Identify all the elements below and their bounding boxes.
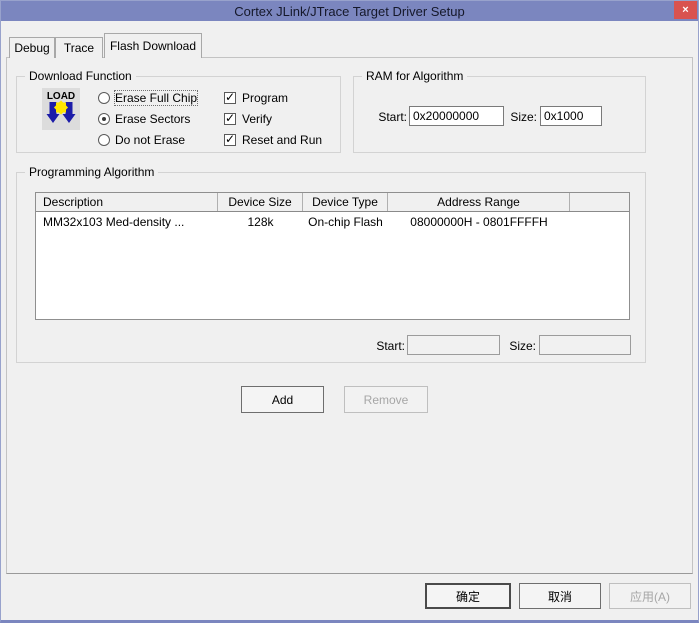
- svg-text:LOAD: LOAD: [47, 91, 75, 102]
- remove-button: Remove: [344, 386, 428, 413]
- dialog-window: Cortex JLink/JTrace Target Driver Setup …: [0, 0, 699, 623]
- tab-trace-label: Trace: [64, 41, 94, 55]
- tab-flash-download-label: Flash Download: [110, 39, 196, 53]
- column-header-device-size[interactable]: Device Size: [218, 193, 303, 211]
- column-header-device-type[interactable]: Device Type: [303, 193, 388, 211]
- column-header-description[interactable]: Description: [36, 193, 218, 211]
- download-function-group: Download Function LOAD Erase Full Chip E…: [16, 76, 341, 153]
- tab-flash-download[interactable]: Flash Download: [104, 33, 202, 58]
- apply-button: 应用(A): [609, 583, 691, 609]
- checkbox-verify-box: [224, 113, 236, 125]
- download-function-legend: Download Function: [25, 69, 136, 83]
- cell-address-range: 08000000H - 0801FFFFH: [388, 215, 570, 229]
- algorithm-size-input: [539, 335, 631, 355]
- close-button[interactable]: ×: [674, 1, 697, 19]
- apply-button-label: 应用(A): [630, 588, 670, 605]
- tab-debug-label: Debug: [14, 41, 49, 55]
- algorithm-table-header: Description Device Size Device Type Addr…: [36, 193, 629, 212]
- window-title: Cortex JLink/JTrace Target Driver Setup: [234, 4, 464, 19]
- algorithm-start-input: [407, 335, 500, 355]
- cell-description: MM32x103 Med-density ...: [36, 215, 218, 229]
- radio-do-not-erase-label: Do not Erase: [115, 133, 185, 147]
- tab-trace[interactable]: Trace: [55, 37, 103, 58]
- radio-erase-full-chip[interactable]: Erase Full Chip: [98, 90, 197, 106]
- title-bar: Cortex JLink/JTrace Target Driver Setup …: [1, 1, 698, 21]
- radio-erase-full-chip-label: Erase Full Chip: [115, 91, 197, 105]
- ram-size-label: Size:: [507, 110, 537, 126]
- cancel-button-label: 取消: [548, 588, 572, 605]
- remove-button-label: Remove: [364, 393, 409, 407]
- algorithm-start-label: Start:: [357, 339, 405, 355]
- checkbox-reset-and-run-label: Reset and Run: [242, 133, 322, 147]
- ok-button-label: 确定: [456, 588, 480, 605]
- algorithm-size-label: Size:: [495, 339, 536, 355]
- checkbox-program-box: [224, 92, 236, 104]
- checkbox-verify[interactable]: Verify: [224, 111, 272, 127]
- radio-erase-full-chip-circle: [98, 92, 110, 104]
- algorithm-table: Description Device Size Device Type Addr…: [35, 192, 630, 320]
- ram-size-input[interactable]: [540, 106, 602, 126]
- checkbox-program-label: Program: [242, 91, 288, 105]
- radio-do-not-erase[interactable]: Do not Erase: [98, 132, 185, 148]
- cell-device-type: On-chip Flash: [303, 215, 388, 229]
- cell-device-size: 128k: [218, 215, 303, 229]
- ram-start-label: Start:: [364, 110, 407, 126]
- programming-algorithm-legend: Programming Algorithm: [25, 165, 158, 179]
- checkbox-verify-label: Verify: [242, 112, 272, 126]
- table-row[interactable]: MM32x103 Med-density ... 128k On-chip Fl…: [36, 212, 629, 231]
- checkbox-reset-and-run[interactable]: Reset and Run: [224, 132, 322, 148]
- radio-erase-sectors[interactable]: Erase Sectors: [98, 111, 190, 127]
- ram-for-algorithm-legend: RAM for Algorithm: [362, 69, 467, 83]
- ok-button[interactable]: 确定: [425, 583, 511, 609]
- radio-erase-sectors-circle: [98, 113, 110, 125]
- add-button[interactable]: Add: [241, 386, 324, 413]
- add-button-label: Add: [272, 393, 293, 407]
- ram-start-input[interactable]: [409, 106, 504, 126]
- close-icon: ×: [682, 4, 688, 16]
- radio-erase-sectors-label: Erase Sectors: [115, 112, 190, 126]
- checkbox-reset-and-run-box: [224, 134, 236, 146]
- radio-do-not-erase-circle: [98, 134, 110, 146]
- column-header-address-range[interactable]: Address Range: [388, 193, 570, 211]
- checkbox-program[interactable]: Program: [224, 90, 288, 106]
- ram-for-algorithm-group: RAM for Algorithm Start: Size:: [353, 76, 646, 153]
- programming-algorithm-group: Programming Algorithm Description Device…: [16, 172, 646, 363]
- column-header-empty[interactable]: [570, 193, 629, 211]
- tab-debug[interactable]: Debug: [9, 37, 55, 58]
- cancel-button[interactable]: 取消: [519, 583, 601, 609]
- load-icon: LOAD: [42, 88, 80, 130]
